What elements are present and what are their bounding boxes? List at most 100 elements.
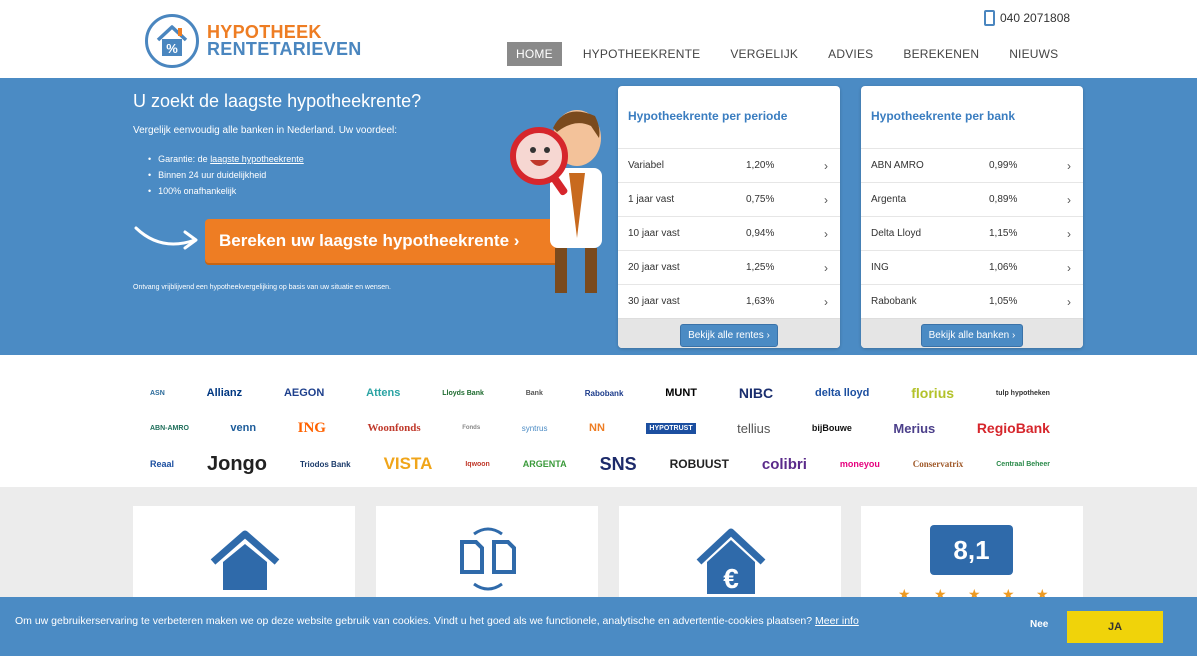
benefit-text: Garantie: de — [158, 154, 211, 164]
bank-logo: ASN — [150, 389, 165, 397]
cookie-banner: Om uw gebruikerservaring te verbeteren m… — [0, 597, 1197, 656]
bank-logo: syntrus — [521, 423, 548, 433]
bank-logo: Lloyds Bank — [442, 389, 484, 397]
rate-label: 1 jaar vast — [628, 194, 675, 205]
bank-logo: Rabobank — [584, 388, 624, 398]
svg-text:%: % — [166, 41, 178, 56]
bank-label: Argenta — [871, 194, 907, 205]
benefit-item: Binnen 24 uur duidelijkheid — [148, 170, 304, 180]
bank-logos-section: ASN Allianz AEGON Attens Lloyds Bank Ban… — [0, 355, 1197, 487]
card-title: Hypotheekrente per bank — [871, 109, 1016, 123]
card-footer: Bekijk alle banken › — [861, 318, 1083, 348]
bank-logo: Merius — [893, 420, 936, 436]
bank-logo: Woonfonds — [367, 422, 421, 434]
rate-row-20-jaar[interactable]: 20 jaar vast 1,25% › — [618, 250, 840, 284]
nav-advies[interactable]: ADVIES — [819, 42, 882, 66]
bank-logo: Jongo — [206, 452, 267, 475]
rate-label: 10 jaar vast — [628, 228, 680, 239]
rate-row-30-jaar[interactable]: 30 jaar vast 1,63% › — [618, 284, 840, 318]
bank-logo: Reaal — [150, 459, 175, 469]
rate-row-variabel[interactable]: Variabel 1,20% › — [618, 148, 840, 182]
bank-logo: colibri — [761, 455, 807, 473]
meer-info-link[interactable]: Meer info — [815, 615, 859, 627]
bank-label: Delta Lloyd — [871, 228, 922, 239]
bank-logo: Iqwoon — [465, 460, 490, 468]
nav-berekenen[interactable]: BEREKENEN — [894, 42, 988, 66]
chevron-right-icon: › — [1067, 192, 1071, 207]
rate-value: 1,20% — [746, 160, 775, 171]
logo-row: Reaal Jongo Triodos Bank VISTA Iqwoon AR… — [150, 453, 1050, 475]
rate-row-argenta[interactable]: Argenta 0,89% › — [861, 182, 1083, 216]
bank-logo: ABN-AMRO — [150, 424, 189, 432]
laagste-hypotheekrente-link[interactable]: laagste hypotheekrente — [210, 154, 304, 164]
logo-row: ABN-AMRO venn ING Woonfonds Fonds syntru… — [150, 417, 1050, 439]
chevron-right-icon: › — [824, 294, 828, 309]
bank-logo: NN — [589, 422, 605, 434]
mascot-magnifier-illustration — [510, 110, 602, 293]
bank-logo: florius — [911, 385, 955, 401]
logo-row: ASN Allianz AEGON Attens Lloyds Bank Ban… — [150, 382, 1050, 404]
bekijk-alle-rentes-button[interactable]: Bekijk alle rentes › — [680, 324, 778, 347]
bank-logo: ROBUUST — [669, 457, 729, 471]
site-logo[interactable]: % HYPOTHEEK RENTETARIEVEN — [145, 14, 362, 68]
chevron-right-icon: › — [1067, 158, 1071, 173]
compare-documents-icon — [460, 527, 516, 591]
bekijk-alle-banken-button[interactable]: Bekijk alle banken › — [920, 324, 1024, 347]
bank-logo: Allianz — [206, 387, 243, 399]
bank-label: Rabobank — [871, 296, 917, 307]
nav-nieuws[interactable]: NIEUWS — [1000, 42, 1067, 66]
cookie-accept-button[interactable]: JA — [1067, 611, 1163, 643]
svg-text:€: € — [723, 563, 739, 594]
cookie-text: Om uw gebruikerservaring te verbeteren m… — [15, 615, 813, 627]
bank-logo: SNS — [599, 453, 637, 474]
chevron-right-icon: › — [824, 192, 828, 207]
curved-arrow-icon — [134, 226, 198, 250]
nav-home[interactable]: HOME — [507, 42, 562, 66]
rente-per-periode-card: Hypotheekrente per periode Variabel 1,20… — [618, 86, 840, 348]
cookie-decline-button[interactable]: Nee — [1030, 619, 1048, 630]
rate-row-rabobank[interactable]: Rabobank 1,05% › — [861, 284, 1083, 318]
rate-row-1-jaar[interactable]: 1 jaar vast 0,75% › — [618, 182, 840, 216]
nav-hypotheekrente[interactable]: HYPOTHEEKRENTE — [574, 42, 710, 66]
bank-label: ABN AMRO — [871, 160, 924, 171]
bank-logo: Fonds — [462, 425, 481, 431]
rate-label: Variabel — [628, 160, 664, 171]
bank-logo: tellius — [737, 420, 771, 436]
bank-logo: bijBouwe — [811, 423, 852, 433]
chevron-right-icon: › — [1067, 260, 1071, 275]
card-footer: Bekijk alle rentes › — [618, 318, 840, 348]
rate-row-abn-amro[interactable]: ABN AMRO 0,99% › — [861, 148, 1083, 182]
bank-logo: ARGENTA — [522, 459, 567, 469]
rate-value: 1,25% — [746, 262, 775, 273]
rate-value: 0,89% — [989, 194, 1018, 205]
chevron-right-icon: › — [1067, 226, 1071, 241]
phone-number[interactable]: 040 2071808 — [984, 10, 1070, 26]
bank-logo: ING — [297, 419, 326, 436]
house-icon — [210, 530, 280, 590]
rate-value: 1,15% — [989, 228, 1018, 239]
hero-title: U zoekt de laagste hypotheekrente? — [133, 91, 422, 111]
rate-row-ing[interactable]: ING 1,06% › — [861, 250, 1083, 284]
nav-vergelijk[interactable]: VERGELIJK — [721, 42, 807, 66]
bank-label: ING — [871, 262, 889, 273]
site-header: % HYPOTHEEK RENTETARIEVEN 040 2071808 HO… — [0, 0, 1197, 78]
bank-logo: tulp hypotheken — [995, 389, 1050, 397]
rate-row-10-jaar[interactable]: 10 jaar vast 0,94% › — [618, 216, 840, 250]
bank-logo: Triodos Bank — [299, 459, 351, 469]
logo-line2: RENTETARIEVEN — [207, 39, 362, 59]
phone-text: 040 2071808 — [1000, 11, 1071, 25]
house-percent-icon: % — [145, 14, 199, 68]
rate-value: 1,06% — [989, 262, 1018, 273]
rate-value: 0,94% — [746, 228, 775, 239]
rate-value: 1,05% — [989, 296, 1018, 307]
rate-row-delta-lloyd[interactable]: Delta Lloyd 1,15% › — [861, 216, 1083, 250]
main-nav: HOME HYPOTHEEKRENTE VERGELIJK ADVIES BER… — [507, 42, 1079, 66]
bank-logo: AEGON — [283, 387, 325, 399]
bank-logo: moneyou — [839, 459, 880, 469]
rente-per-bank-card: Hypotheekrente per bank ABN AMRO 0,99% ›… — [861, 86, 1083, 348]
bank-logo: HYPOTRUST — [646, 422, 696, 434]
rate-label: 30 jaar vast — [628, 296, 680, 307]
bank-logo: Conservatrix — [912, 459, 964, 469]
rating-badge: 8,1 — [930, 525, 1013, 575]
bank-logo: delta lloyd — [814, 387, 870, 399]
